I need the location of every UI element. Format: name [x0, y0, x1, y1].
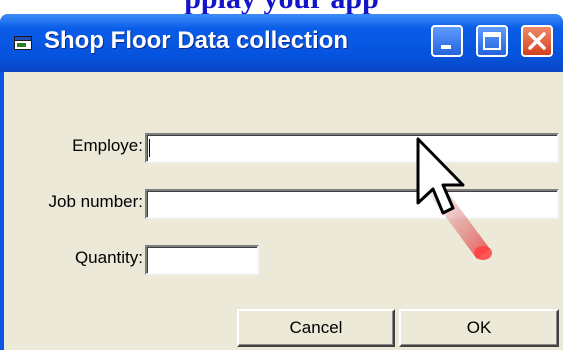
mouse-pointer-icon: [416, 137, 492, 260]
quantity-label: Quantity:: [74, 248, 143, 267]
cancel-button[interactable]: Cancel: [237, 309, 395, 347]
quantity-field[interactable]: [145, 245, 259, 275]
app-window-icon: [14, 36, 32, 50]
title-bar[interactable]: Shop Floor Data collection: [0, 14, 563, 72]
background-heading: pplay your app: [0, 0, 563, 15]
employee-label: Employe:: [72, 136, 143, 155]
minimize-button[interactable]: [431, 25, 463, 57]
close-button[interactable]: [521, 25, 553, 57]
ok-button[interactable]: OK: [399, 309, 559, 347]
close-icon: [528, 32, 546, 50]
text-caret: [149, 139, 150, 157]
maximize-button[interactable]: [476, 25, 508, 57]
maximize-icon: [483, 32, 501, 50]
job-number-label: Job number:: [48, 192, 144, 211]
window-title: Shop Floor Data collection: [44, 27, 349, 54]
minimize-icon: [441, 45, 451, 49]
